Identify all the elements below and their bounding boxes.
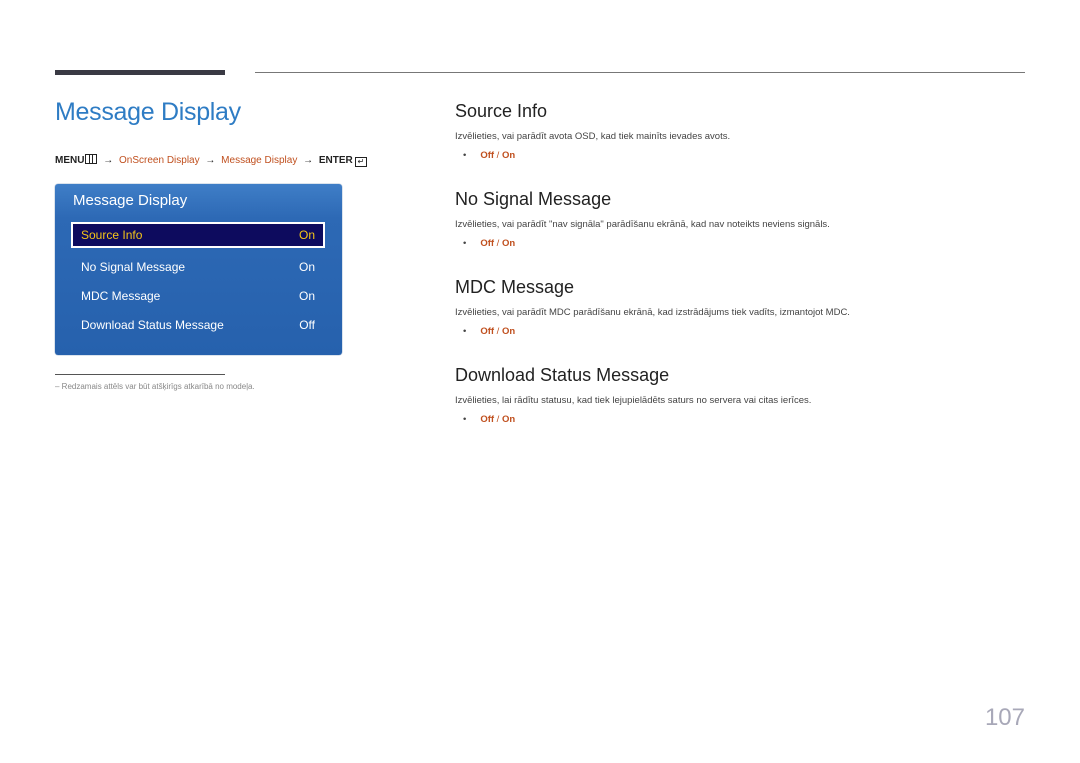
osd-menu-panel: Message Display Source Info On No Signal… (55, 184, 342, 355)
option-on: On (501, 414, 516, 425)
footnote: ‒ Redzamais attēls var būt atšķirīgs atk… (55, 382, 255, 391)
footnote-divider (55, 374, 225, 375)
option-list: • Off / On (455, 150, 1055, 161)
breadcrumb-onscreen-display[interactable]: OnScreen Display (119, 155, 200, 166)
section-title: Download Status Message (455, 365, 670, 385)
page-number: 107 (984, 704, 1025, 731)
osd-title: Message Display (73, 192, 188, 209)
header-rule-thin (255, 72, 1025, 73)
osd-row-label: MDC Message (81, 289, 161, 303)
bullet-icon: • (463, 326, 467, 337)
osd-row-value: On (298, 260, 315, 274)
bullet-icon: • (463, 238, 467, 249)
section-title: Source Info (455, 101, 548, 121)
header-rule-thick (55, 70, 225, 75)
breadcrumb-menu: MENU (55, 155, 85, 166)
option-separator: / (494, 238, 502, 249)
section-no-signal-message: No Signal Message Izvēlieties, vai parād… (455, 189, 1055, 249)
section-description: Izvēlieties, lai rādītu statusu, kad tie… (455, 395, 812, 406)
section-title: No Signal Message (455, 189, 612, 209)
section-mdc-message: MDC Message Izvēlieties, vai parādīt MDC… (455, 277, 1055, 337)
osd-row-label: Source Info (81, 228, 143, 242)
osd-row-label: No Signal Message (81, 260, 186, 274)
bullet-icon: • (463, 414, 467, 425)
osd-row-source-info[interactable]: Source Info On (71, 222, 325, 248)
bullet-icon: • (463, 150, 467, 161)
section-description: Izvēlieties, vai parādīt MDC parādīšanu … (455, 307, 850, 318)
breadcrumb-enter: ENTER (318, 155, 353, 166)
option-list: • Off / On (455, 326, 1055, 337)
option-off: Off (480, 414, 495, 425)
section-title: MDC Message (455, 277, 575, 297)
osd-row-download-status-message[interactable]: Download Status Message Off (71, 312, 325, 338)
option-on: On (501, 326, 516, 337)
option-separator: / (494, 150, 502, 161)
option-off: Off (480, 150, 495, 161)
osd-row-value: On (298, 289, 315, 303)
breadcrumb-message-display[interactable]: Message Display (221, 155, 297, 166)
osd-row-value: Off (299, 318, 315, 332)
option-list: • Off / On (455, 238, 1055, 249)
osd-row-no-signal-message[interactable]: No Signal Message On (71, 254, 325, 280)
arrow-icon: → (205, 155, 216, 166)
section-description: Izvēlieties, vai parādīt avota OSD, kad … (455, 131, 731, 142)
option-on: On (501, 238, 516, 249)
option-off: Off (480, 238, 495, 249)
menu-icon (85, 154, 98, 164)
arrow-icon: → (103, 155, 114, 166)
page-title: Message Display (55, 98, 241, 126)
osd-row-value: On (298, 228, 315, 242)
option-separator: / (494, 326, 502, 337)
enter-icon: ↵ (354, 157, 367, 167)
osd-row-mdc-message[interactable]: MDC Message On (71, 283, 325, 309)
section-source-info: Source Info Izvēlieties, vai parādīt avo… (455, 101, 1055, 161)
option-on: On (501, 150, 516, 161)
section-description: Izvēlieties, vai parādīt "nav signāla" p… (455, 219, 830, 230)
section-download-status-message: Download Status Message Izvēlieties, lai… (455, 365, 1055, 425)
osd-row-label: Download Status Message (81, 318, 224, 332)
option-separator: / (494, 414, 502, 425)
arrow-icon: → (303, 155, 314, 166)
option-off: Off (480, 326, 495, 337)
breadcrumb: MENU → OnScreen Display → Message Displa… (55, 154, 367, 167)
option-list: • Off / On (455, 414, 1055, 425)
